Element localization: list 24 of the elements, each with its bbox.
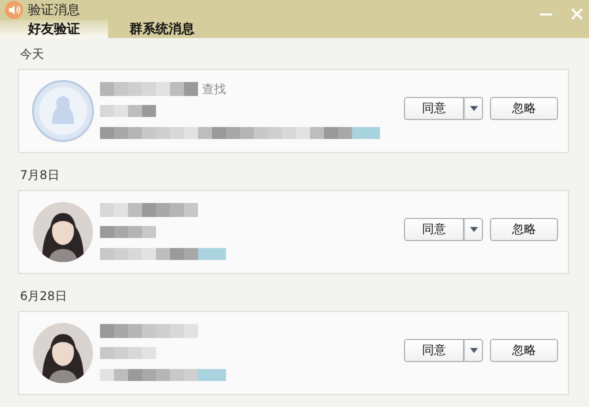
blurred-text <box>100 105 156 117</box>
dropdown-button[interactable] <box>464 338 483 362</box>
blurred-text <box>100 347 156 359</box>
window-title: 验证消息 <box>28 2 80 19</box>
date-label: 7月8日 <box>20 167 60 184</box>
dropdown-button[interactable] <box>464 218 483 240</box>
ignore-button[interactable]: 忽略 <box>490 218 558 240</box>
accept-button[interactable]: 同意 <box>404 218 464 240</box>
date-label: 6月28日 <box>20 288 68 305</box>
speaker-icon <box>5 1 23 19</box>
caret-icon <box>470 226 478 232</box>
ignore-button[interactable]: 忽略 <box>490 96 558 120</box>
avatar <box>32 80 94 142</box>
ignore-button[interactable]: 忽略 <box>490 338 558 362</box>
tab[interactable]: 好友验证 <box>0 20 108 38</box>
dropdown-button[interactable] <box>464 96 483 120</box>
blurred-text <box>100 226 156 238</box>
caret-icon <box>470 348 478 352</box>
source-text: 查找 <box>202 80 226 98</box>
accept-button[interactable]: 同意 <box>404 96 464 120</box>
accept-button[interactable]: 同意 <box>404 338 464 362</box>
caret-icon <box>470 106 478 110</box>
tab[interactable]: 群系统消息 <box>108 20 216 38</box>
date-label: 今天 <box>20 46 45 63</box>
